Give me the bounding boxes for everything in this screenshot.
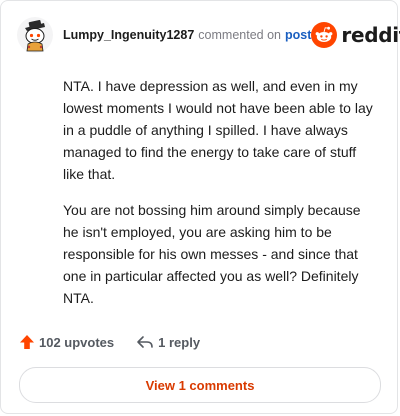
comment-paragraph: NTA. I have depression as well, and even… <box>63 78 373 182</box>
comment-header: Lumpy_Ingenuity1287 commented on post re… <box>17 15 400 55</box>
comment-card: Lumpy_Ingenuity1287 commented on post re… <box>0 0 400 414</box>
comment-meta: Lumpy_Ingenuity1287 commented on post <box>63 28 311 42</box>
reddit-logo[interactable]: reddit <box>311 22 400 48</box>
reply-button[interactable]: 1 reply <box>136 334 200 350</box>
commented-label: commented on <box>198 28 281 42</box>
reply-count: 1 reply <box>158 334 201 350</box>
post-link[interactable]: post <box>285 28 311 42</box>
avatar-icon <box>17 17 53 53</box>
reddit-wordmark: reddit <box>341 23 400 47</box>
comment-paragraph: You are not bossing him around simply be… <box>63 202 361 306</box>
username[interactable]: Lumpy_Ingenuity1287 <box>63 28 194 42</box>
avatar[interactable] <box>17 17 53 53</box>
comment-actions: 102 upvotes 1 reply <box>19 334 200 350</box>
upvote-count: 102 upvotes <box>39 334 115 350</box>
upvote-arrow-icon <box>20 335 34 349</box>
comment-body: NTA. I have depression as well, and even… <box>63 75 375 323</box>
reply-arrow-icon <box>137 336 153 348</box>
reddit-snoo-icon <box>311 22 338 48</box>
view-comments-button[interactable]: View 1 comments <box>19 367 381 403</box>
upvote-button[interactable]: 102 upvotes <box>19 334 114 350</box>
